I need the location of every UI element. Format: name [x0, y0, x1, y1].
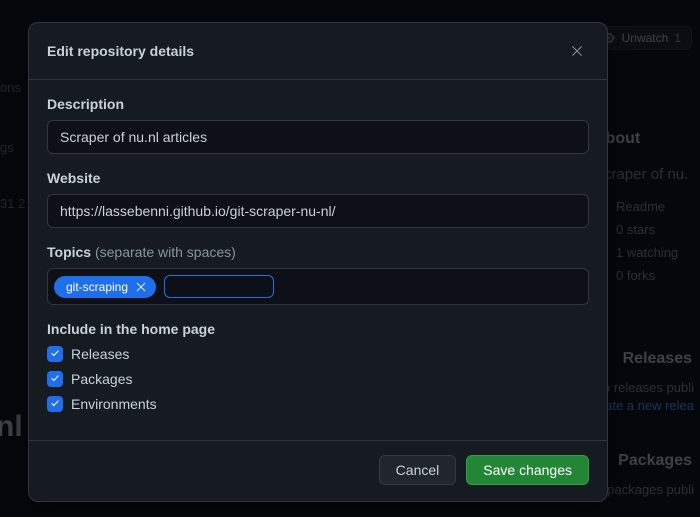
topic-chip[interactable]: git-scraping	[54, 276, 156, 298]
chip-remove-icon[interactable]	[134, 280, 148, 294]
save-button[interactable]: Save changes	[466, 455, 589, 485]
check-icon	[49, 348, 61, 360]
close-button[interactable]	[565, 39, 589, 63]
include-environments[interactable]: Environments	[47, 396, 589, 412]
checkbox-checked[interactable]	[47, 371, 63, 387]
check-icon	[49, 398, 61, 410]
check-icon	[49, 373, 61, 385]
topics-box[interactable]: git-scraping	[47, 268, 589, 305]
description-label: Description	[47, 96, 589, 112]
edit-repo-modal: Edit repository details Description Webs…	[28, 22, 608, 502]
description-input[interactable]	[47, 120, 589, 154]
topic-input[interactable]	[164, 275, 274, 298]
include-label: Packages	[71, 371, 132, 387]
website-input[interactable]	[47, 194, 589, 228]
topics-label: Topics (separate with spaces)	[47, 244, 589, 260]
cancel-button[interactable]: Cancel	[379, 455, 457, 485]
website-label: Website	[47, 170, 589, 186]
modal-title: Edit repository details	[47, 43, 194, 59]
checkbox-checked[interactable]	[47, 346, 63, 362]
checkbox-checked[interactable]	[47, 396, 63, 412]
include-label: Environments	[71, 396, 157, 412]
topics-hint: (separate with spaces)	[95, 244, 236, 260]
include-packages[interactable]: Packages	[47, 371, 589, 387]
include-heading: Include in the home page	[47, 321, 589, 337]
topic-chip-label: git-scraping	[66, 280, 128, 294]
include-releases[interactable]: Releases	[47, 346, 589, 362]
close-icon	[569, 43, 585, 59]
include-label: Releases	[71, 346, 129, 362]
